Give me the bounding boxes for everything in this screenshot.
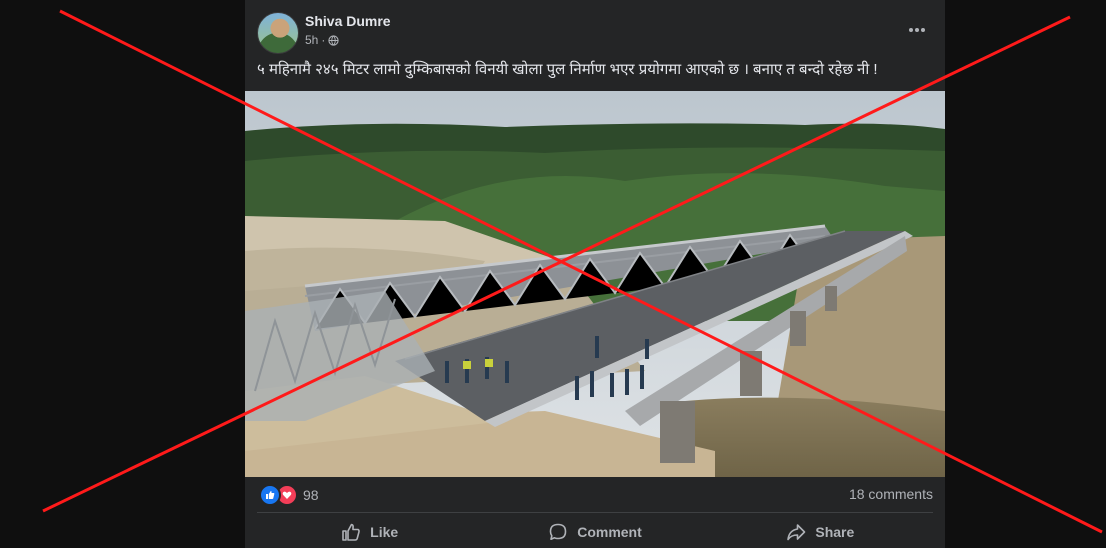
post-actions: Like Comment Share (257, 517, 933, 547)
avatar[interactable] (257, 12, 299, 54)
author-name[interactable]: Shiva Dumre (305, 13, 391, 29)
like-label: Like (370, 524, 399, 540)
comment-icon (549, 523, 567, 540)
like-button[interactable]: Like (257, 517, 482, 547)
like-icon (342, 523, 360, 541)
post-time[interactable]: 5h (305, 33, 318, 47)
like-reaction-icon (259, 484, 281, 506)
reaction-count: 98 (303, 487, 319, 503)
reactions-summary[interactable]: 98 (259, 484, 319, 506)
post-meta: 5h · (305, 33, 339, 47)
post-caption: ५ महिनामै २४५ मिटर लामो दुम्किबासको विनय… (257, 61, 878, 78)
more-options-button[interactable] (907, 20, 927, 40)
share-label: Share (815, 524, 855, 540)
divider (257, 512, 933, 513)
share-icon (787, 524, 806, 541)
facebook-post: Shiva Dumre 5h · ५ महिनामै २४५ मिटर लामो… (245, 0, 945, 548)
comment-label: Comment (577, 524, 642, 540)
share-button[interactable]: Share (708, 517, 933, 547)
comments-count[interactable]: 18 comments (849, 486, 933, 502)
more-options-icon (909, 28, 925, 32)
post-photo[interactable] (245, 91, 945, 477)
meta-separator: · (321, 33, 326, 47)
globe-icon[interactable] (328, 34, 339, 46)
comment-button[interactable]: Comment (482, 517, 707, 547)
